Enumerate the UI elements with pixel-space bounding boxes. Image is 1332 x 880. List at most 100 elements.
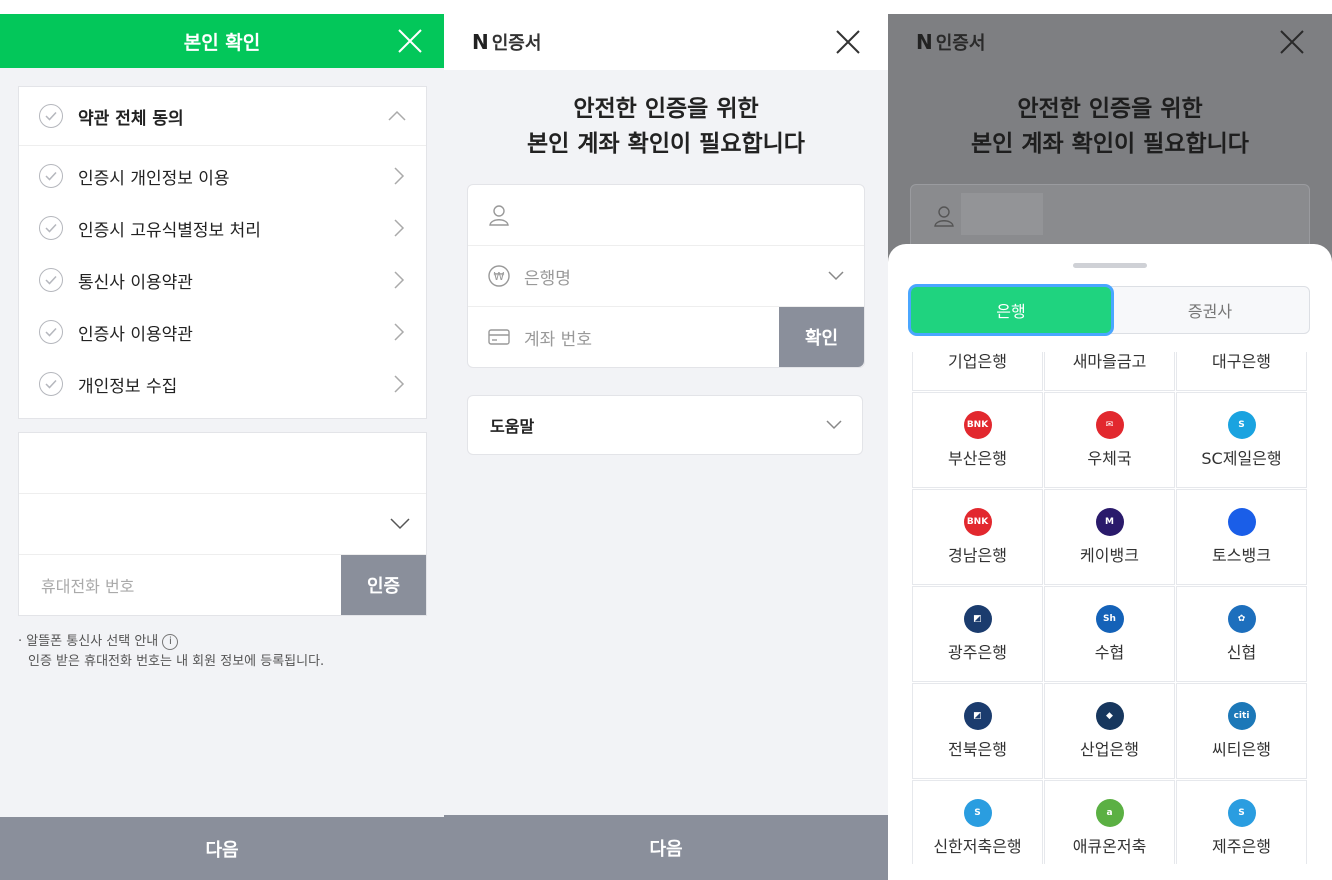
bank-name: 대구은행 <box>1212 352 1271 371</box>
terms-all-agree[interactable]: 약관 전체 동의 <box>19 87 426 146</box>
chevron-right-icon[interactable] <box>392 219 406 237</box>
next-button[interactable]: 다음 <box>0 817 444 880</box>
bank-item[interactable]: BNK 부산은행 <box>912 392 1043 488</box>
close-icon[interactable] <box>834 28 862 56</box>
close-icon[interactable] <box>396 27 424 55</box>
bank-logo-icon <box>1227 508 1256 536</box>
bank-name: 제주은행 <box>1212 837 1271 856</box>
bank-item[interactable]: 토스뱅크 <box>1176 489 1307 585</box>
bank-logo-icon: ◆ <box>1095 702 1124 730</box>
bank-item[interactable]: 새마을금고 <box>1044 352 1175 391</box>
name-field[interactable] <box>468 185 864 246</box>
bank-logo-icon: S <box>1227 411 1256 439</box>
bank-item[interactable]: M 케이뱅크 <box>1044 489 1175 585</box>
notice-text: · 알뜰폰 통신사 선택 안내 i 인증 받은 휴대전화 번호는 내 회원 정보… <box>18 632 324 672</box>
terms-item-carrier[interactable]: 통신사 이용약관 <box>19 254 426 306</box>
name-input[interactable] <box>19 433 426 494</box>
terms-label: 약관 전체 동의 <box>78 108 184 129</box>
chevron-down-icon[interactable] <box>390 518 410 530</box>
tab-securities[interactable]: 증권사 <box>1111 287 1309 333</box>
phone-input[interactable]: 휴대전화 번호 인증 <box>19 555 426 615</box>
bank-name: 수협 <box>1094 643 1125 662</box>
sheet-handle[interactable] <box>1073 263 1147 268</box>
page-title: 본인 확인 <box>183 31 261 54</box>
dimmed-background[interactable]: N 인증서 안전한 인증을 위한 본인 계좌 확인이 필요합니다 <box>888 14 1332 256</box>
bank-name: 애큐온저축 <box>1072 837 1147 856</box>
heading-line-1: 안전한 인증을 위한 <box>1017 96 1203 122</box>
note-line-1: · 알뜰폰 통신사 선택 안내 i <box>18 632 324 652</box>
bank-logo-icon: citi <box>1227 702 1256 730</box>
bank-placeholder: 은행명 <box>524 268 571 289</box>
bank-item[interactable]: S 신한저축은행 <box>912 780 1043 864</box>
check-circle-icon[interactable] <box>39 104 63 128</box>
page-heading: 안전한 인증을 위한 본인 계좌 확인이 필요합니다 <box>888 92 1332 162</box>
chevron-down-icon[interactable] <box>826 420 842 430</box>
institution-tabs: 은행 증권사 <box>910 286 1310 334</box>
person-icon <box>489 205 509 226</box>
bank-item[interactable]: ◆ 산업은행 <box>1044 683 1175 779</box>
naver-logo: N <box>916 30 933 54</box>
bank-logo-icon: Sh <box>1095 605 1124 633</box>
bank-item[interactable]: citi 씨티은행 <box>1176 683 1307 779</box>
tab-bank[interactable]: 은행 <box>911 287 1111 333</box>
bank-item[interactable]: 기업은행 <box>912 352 1043 391</box>
check-circle-icon[interactable] <box>39 372 63 396</box>
bank-item[interactable]: S SC제일은행 <box>1176 392 1307 488</box>
next-button[interactable]: 다음 <box>444 815 888 880</box>
bank-logo-icon: ✿ <box>1227 605 1256 633</box>
chevron-right-icon[interactable] <box>392 271 406 289</box>
terms-label: 인증사 이용약관 <box>78 324 193 345</box>
info-icon[interactable]: i <box>162 633 179 650</box>
terms-item-certifier[interactable]: 인증사 이용약관 <box>19 306 426 358</box>
bank-logo-icon: ◩ <box>963 702 992 730</box>
bank-logo-icon: S <box>1227 799 1256 827</box>
masked-name <box>961 193 1043 235</box>
chevron-right-icon[interactable] <box>392 323 406 341</box>
naver-logo: N <box>472 30 489 54</box>
account-form-card: ₩ 은행명 계좌 번호 확인 <box>467 184 865 368</box>
bank-select[interactable]: ₩ 은행명 <box>468 246 864 307</box>
check-circle-icon[interactable] <box>39 320 63 344</box>
page-heading: 안전한 인증을 위한 본인 계좌 확인이 필요합니다 <box>444 92 888 162</box>
bank-item[interactable]: 대구은행 <box>1176 352 1307 391</box>
terms-item-privacy-collect[interactable]: 개인정보 수집 <box>19 358 426 410</box>
bank-picker-screen: N 인증서 안전한 인증을 위한 본인 계좌 확인이 필요합니다 은행 증권사 … <box>888 14 1332 880</box>
bank-item[interactable]: ✉ 우체국 <box>1044 392 1175 488</box>
confirm-button[interactable]: 확인 <box>779 307 864 367</box>
card-icon <box>488 329 510 345</box>
note-line-2: 인증 받은 휴대전화 번호는 내 회원 정보에 등록됩니다. <box>28 654 325 669</box>
brand-name: 인증서 <box>491 33 542 54</box>
check-circle-icon[interactable] <box>39 268 63 292</box>
terms-item-privacy-use[interactable]: 인증시 개인정보 이용 <box>19 150 426 202</box>
account-number-input[interactable]: 계좌 번호 확인 <box>468 307 864 367</box>
bank-name: 신협 <box>1226 643 1257 662</box>
chevron-right-icon[interactable] <box>392 167 406 185</box>
bank-item[interactable]: S 제주은행 <box>1176 780 1307 864</box>
terms-label: 인증시 개인정보 이용 <box>78 168 230 189</box>
close-icon[interactable] <box>1278 28 1306 56</box>
check-circle-icon[interactable] <box>39 164 63 188</box>
terms-item-unique-id[interactable]: 인증시 고유식별정보 처리 <box>19 202 426 254</box>
chevron-right-icon[interactable] <box>392 375 406 393</box>
help-accordion[interactable]: 도움말 <box>467 395 863 455</box>
check-circle-icon[interactable] <box>39 216 63 240</box>
won-icon: ₩ <box>488 265 510 287</box>
phone-form-card: 휴대전화 번호 인증 <box>18 432 427 616</box>
bank-item[interactable]: ◩ 광주은행 <box>912 586 1043 682</box>
bank-logo-icon: M <box>1095 508 1124 536</box>
bank-name: 산업은행 <box>1080 740 1139 759</box>
bank-item[interactable]: BNK 경남은행 <box>912 489 1043 585</box>
help-label: 도움말 <box>490 417 535 436</box>
bank-grid: 기업은행 새마을금고 대구은행 BNK 부산은행 ✉ 우체국 S SC제일은행 BNK 경남은행 M 케… <box>912 352 1308 864</box>
bank-item[interactable]: ✿ 신협 <box>1176 586 1307 682</box>
bank-item[interactable]: a 애큐온저축 <box>1044 780 1175 864</box>
carrier-select[interactable] <box>19 494 426 555</box>
verify-button[interactable]: 인증 <box>341 555 426 615</box>
bank-item[interactable]: Sh 수협 <box>1044 586 1175 682</box>
chevron-up-icon[interactable] <box>388 109 406 123</box>
bank-name: 신한저축은행 <box>933 837 1022 856</box>
bank-name: 케이뱅크 <box>1080 546 1139 565</box>
brand-name: 인증서 <box>935 33 986 54</box>
bank-item[interactable]: ◩ 전북은행 <box>912 683 1043 779</box>
chevron-down-icon[interactable] <box>828 271 844 281</box>
